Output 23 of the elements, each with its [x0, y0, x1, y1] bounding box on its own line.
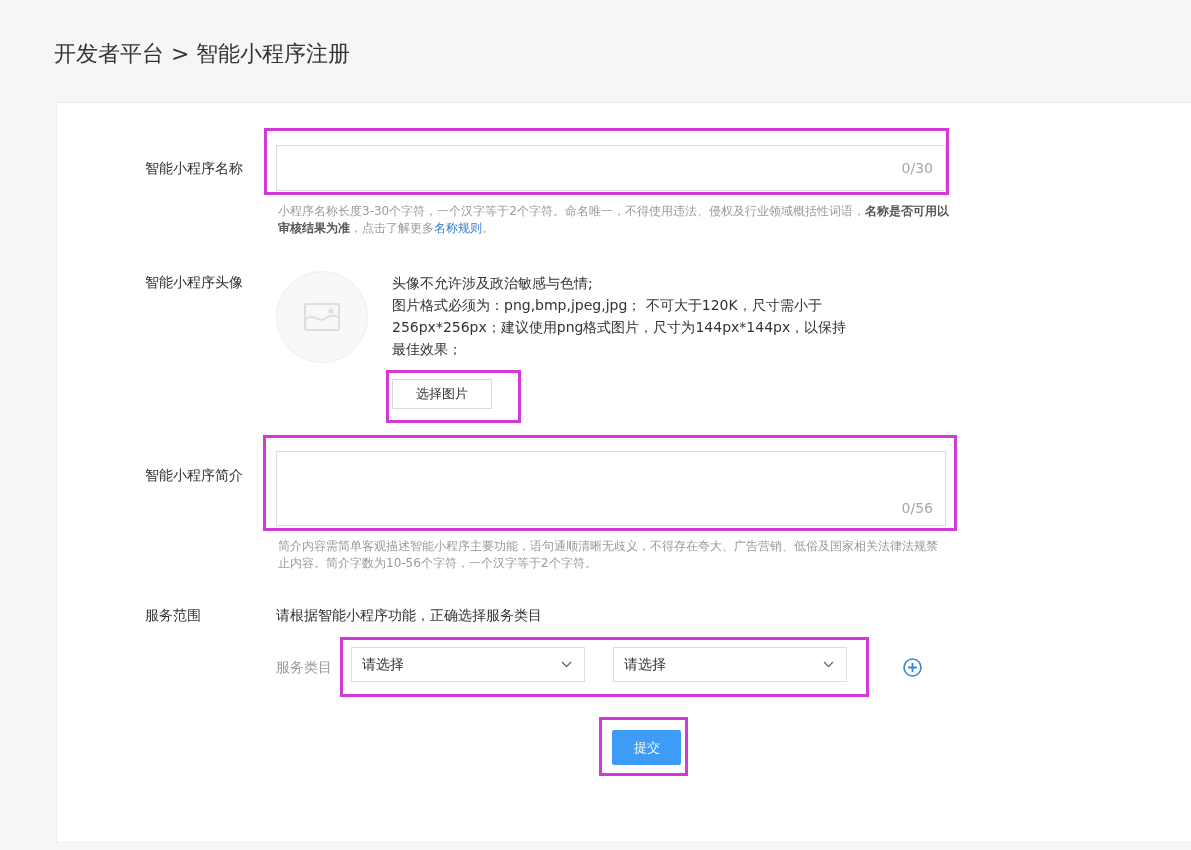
chevron-down-icon — [561, 661, 572, 668]
field-label: 智能小程序头像 — [145, 273, 243, 292]
category-select[interactable]: 请选择 — [351, 647, 585, 682]
chevron-down-icon — [823, 661, 834, 668]
choose-image-button[interactable]: 选择图片 — [392, 379, 492, 409]
hint-text: 简介内容需简单客观描述智能小程序主要功能，语句通顺清晰无歧义，不得存在夸大、广告营销、低俗及国家相关法律法规禁止内容。简介字数为10-56个字符，一个汉字等于2个字符。 — [278, 538, 939, 572]
avatar-requirements-text: 头像不允许涉及政治敏感与色情; — [392, 274, 594, 293]
avatar-requirements-text: 图片格式必须为：png,bmp,jpeg,jpg； 不可大于120K，尺寸需小于256px*256px；建议使用png格式图片，尺寸为144px*144px，以保持最佳效果； — [392, 296, 848, 359]
char-counter: 0/30 — [901, 159, 933, 178]
field-label: 服务范围 — [145, 606, 201, 625]
hint-text: 小程序名称长度3-30个字符，一个汉字等于2个字符。命名唯一，不得使用违法、侵权及行业领域概括性词语，名称是否可用以审核结果为准，点击了解更多名称规则。 — [278, 203, 950, 237]
char-counter: 0/56 — [901, 499, 933, 518]
name-input[interactable] — [276, 145, 946, 191]
image-icon — [304, 303, 340, 331]
name-rules-link[interactable]: 名称规则 — [434, 221, 482, 235]
intro-textarea[interactable] — [276, 451, 946, 526]
instruction-text: 请根据智能小程序功能，正确选择服务类目 — [276, 607, 542, 623]
add-circle-icon[interactable] — [903, 657, 922, 677]
category-select[interactable]: 请选择 — [613, 647, 847, 682]
page-title: 开发者平台 > 智能小程序注册 — [54, 40, 351, 68]
field-label: 智能小程序名称 — [145, 159, 243, 178]
field-label: 服务类目 — [276, 657, 332, 677]
field-label: 智能小程序简介 — [145, 466, 243, 485]
